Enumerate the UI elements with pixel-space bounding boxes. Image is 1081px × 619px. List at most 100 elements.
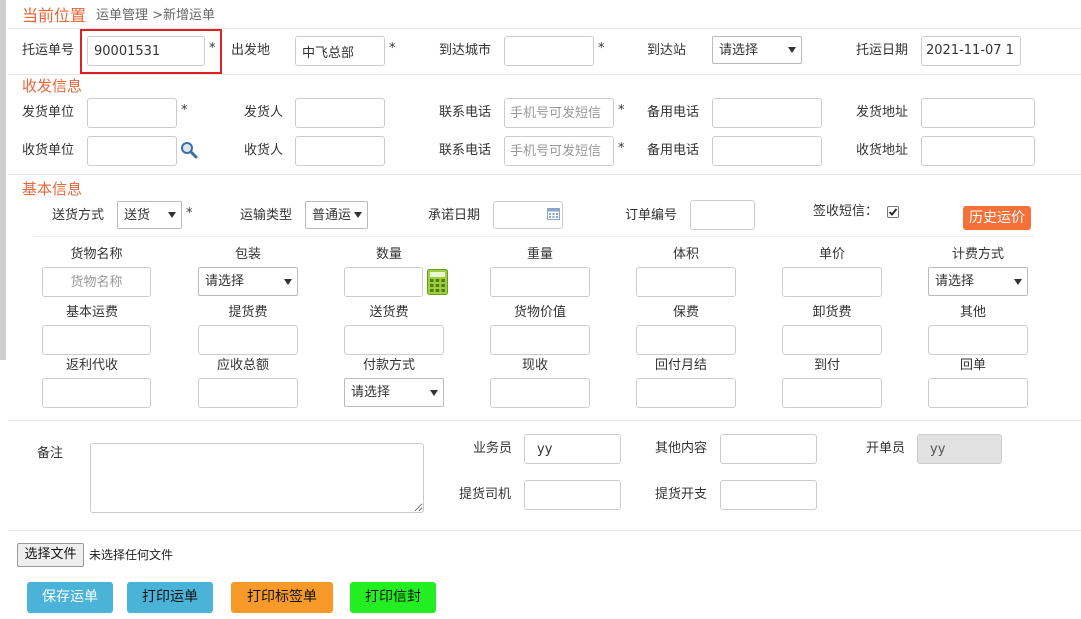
required-mark: * — [209, 41, 216, 56]
pickup-fee-input[interactable] — [198, 325, 298, 355]
goods-value-input[interactable] — [490, 325, 590, 355]
file-status: 未选择任何文件 — [89, 548, 174, 562]
required-mark: * — [181, 103, 188, 118]
chevron-down-icon — [168, 212, 176, 218]
package-select[interactable]: 请选择 — [198, 267, 298, 296]
unit-price-label: 单价 — [818, 247, 845, 262]
order-number-input[interactable] — [690, 200, 755, 230]
other-content-input[interactable] — [720, 434, 817, 464]
pickup-fee-label: 提货费 — [228, 305, 268, 320]
goods-name-input[interactable] — [42, 267, 151, 297]
payment-method-select[interactable]: 请选择 — [344, 378, 444, 407]
base-freight-label: 基本运费 — [65, 305, 118, 320]
required-mark: * — [618, 141, 625, 156]
sender-phone-input[interactable] — [504, 98, 614, 128]
history-rates-button[interactable]: 历史运价 — [963, 206, 1031, 230]
page-scrollbar[interactable] — [0, 0, 6, 360]
other-fee-label: 其他 — [959, 305, 986, 320]
cash-input[interactable] — [490, 378, 590, 408]
weight-input[interactable] — [490, 267, 590, 297]
dest-station-label: 到达站 — [647, 43, 687, 58]
sms-checkbox[interactable] — [887, 206, 899, 218]
transport-type-select[interactable]: 普通运 — [305, 201, 368, 229]
chevron-down-icon — [1014, 278, 1022, 285]
cash-on-delivery-input[interactable] — [782, 378, 882, 408]
origin-input[interactable] — [295, 36, 385, 66]
pickup-driver-input[interactable] — [524, 480, 621, 510]
shipping-date-value: 2021-11-07 1 — [926, 43, 1014, 58]
other-fee-input[interactable] — [928, 325, 1028, 355]
quantity-input[interactable] — [344, 267, 423, 297]
waybill-label: 托运单号 — [22, 43, 75, 58]
receiver-phone-input[interactable] — [504, 136, 614, 166]
sender-input[interactable] — [295, 98, 385, 128]
remark-textarea[interactable] — [90, 443, 424, 513]
shipping-date-input[interactable]: 2021-11-07 1 — [921, 36, 1021, 66]
dest-station-select[interactable]: 请选择 — [712, 36, 802, 64]
receiver-unit-label: 收货单位 — [22, 143, 75, 158]
dest-city-label: 到达城市 — [439, 43, 492, 58]
delivery-method-label: 送货方式 — [52, 208, 105, 223]
breadcrumb: 运单管理 >新增运单 — [96, 8, 216, 23]
total-receivable-input[interactable] — [198, 378, 298, 408]
monthly-settlement-input[interactable] — [636, 378, 736, 408]
save-waybill-button[interactable]: 保存运单 — [27, 582, 113, 613]
goods-value-label: 货物价值 — [513, 305, 566, 320]
choose-file-button[interactable]: 选择文件 — [17, 543, 84, 567]
pickup-expense-label: 提货开支 — [655, 487, 708, 502]
payment-method-label: 付款方式 — [362, 358, 415, 373]
remark-label: 备注 — [37, 446, 64, 461]
print-envelope-button[interactable]: 打印信封 — [350, 582, 436, 613]
receiver-alt-phone-input[interactable] — [712, 136, 822, 166]
calendar-icon[interactable] — [547, 208, 560, 220]
delivery-fee-label: 送货费 — [369, 305, 409, 320]
divider — [8, 174, 1081, 175]
divider — [34, 236, 1034, 237]
other-content-label: 其他内容 — [655, 441, 708, 456]
volume-input[interactable] — [636, 267, 736, 297]
receiver-address-input[interactable] — [921, 136, 1035, 166]
sender-address-input[interactable] — [921, 98, 1035, 128]
print-waybill-button[interactable]: 打印运单 — [127, 582, 213, 613]
salesman-input[interactable] — [524, 434, 621, 464]
quantity-label: 数量 — [375, 247, 402, 262]
waybill-number-input[interactable] — [87, 36, 205, 66]
delivery-method-select[interactable]: 送货 — [117, 201, 182, 229]
sender-alt-phone-input[interactable] — [712, 98, 822, 128]
order-number-label: 订单编号 — [625, 208, 678, 223]
sms-label: 签收短信： — [813, 204, 879, 219]
date-label: 托运日期 — [856, 43, 909, 58]
search-icon[interactable] — [180, 141, 198, 159]
billing-method-select[interactable]: 请选择 — [928, 267, 1028, 296]
divider — [8, 530, 1081, 531]
receiver-unit-input[interactable] — [87, 136, 177, 166]
pickup-expense-input[interactable] — [720, 480, 817, 510]
issuer-label: 开单员 — [866, 441, 906, 456]
origin-label: 出发地 — [231, 43, 271, 58]
receiver-address-label: 收货地址 — [856, 143, 909, 158]
checkmark-icon — [888, 208, 898, 216]
insurance-fee-input[interactable] — [636, 325, 736, 355]
print-label-button[interactable]: 打印标签单 — [231, 582, 333, 613]
dest-city-input[interactable] — [504, 36, 594, 66]
delivery-fee-input[interactable] — [344, 325, 444, 355]
sender-unit-input[interactable] — [87, 98, 177, 128]
unloading-fee-input[interactable] — [782, 325, 882, 355]
sender-receiver-title: 收发信息 — [22, 77, 83, 95]
receiver-alt-phone-label: 备用电话 — [647, 143, 700, 158]
divider — [8, 74, 1081, 75]
phone-label: 联系电话 — [439, 105, 492, 120]
unit-price-input[interactable] — [782, 267, 882, 297]
sender-unit-label: 发货单位 — [22, 105, 75, 120]
rebate-collection-label: 返利代收 — [65, 358, 118, 373]
return-receipt-input[interactable] — [928, 378, 1028, 408]
receiver-input[interactable] — [295, 136, 385, 166]
salesman-label: 业务员 — [473, 441, 513, 456]
cash-on-delivery-label: 到付 — [813, 358, 840, 373]
sender-address-label: 发货地址 — [856, 105, 909, 120]
package-label: 包装 — [234, 247, 261, 262]
base-freight-input[interactable] — [42, 325, 151, 355]
calculator-icon[interactable] — [427, 269, 448, 295]
return-receipt-label: 回单 — [959, 358, 986, 373]
rebate-collection-input[interactable] — [42, 378, 151, 408]
